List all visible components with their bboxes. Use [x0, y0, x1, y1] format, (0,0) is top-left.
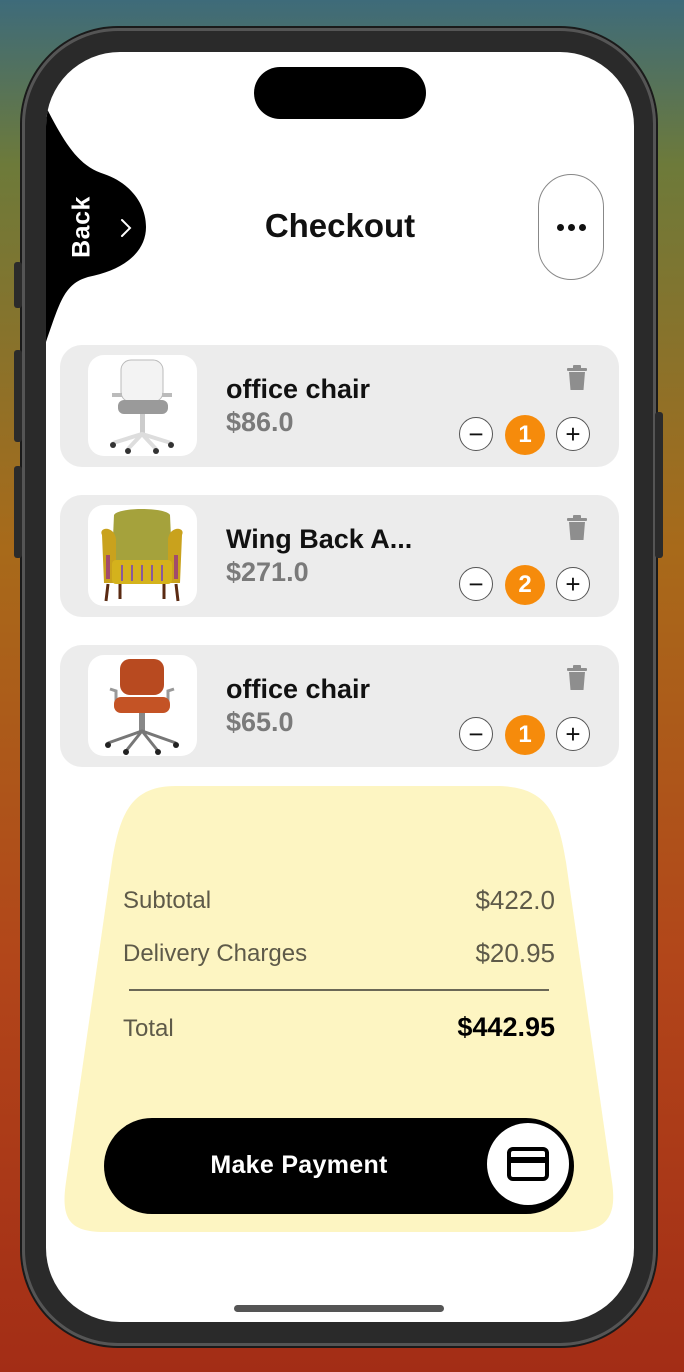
- increase-quantity-button[interactable]: +: [556, 567, 590, 601]
- total-label: Total: [123, 1015, 174, 1042]
- trash-icon[interactable]: [566, 515, 588, 546]
- home-indicator[interactable]: [234, 1305, 444, 1312]
- more-horizontal-icon: [556, 223, 586, 231]
- decrease-quantity-button[interactable]: −: [459, 417, 493, 451]
- trash-icon[interactable]: [566, 365, 588, 396]
- power-button: [655, 412, 663, 558]
- back-blob-shape: [46, 52, 146, 342]
- make-payment-label: Make Payment: [210, 1151, 388, 1179]
- subtotal-value: $422.0: [475, 885, 555, 915]
- volume-up-button: [14, 350, 22, 442]
- screen: Back Checkout office chair $86.0 − 1 + W…: [46, 52, 634, 1322]
- dynamic-island: [254, 67, 426, 119]
- item-name: office chair: [226, 374, 371, 404]
- decrease-quantity-button[interactable]: −: [459, 567, 493, 601]
- cart-item: office chair $65.0 − 1 +: [60, 645, 619, 767]
- cart-item: Wing Back A... $271.0 − 2 +: [60, 495, 619, 617]
- product-image: [88, 355, 197, 456]
- credit-card-icon: [507, 1147, 549, 1181]
- orange-office-chair-image: [105, 659, 179, 755]
- trash-icon[interactable]: [566, 665, 588, 696]
- volume-down-button: [14, 466, 22, 558]
- product-image: [88, 505, 197, 606]
- white-office-chair-image: [110, 359, 174, 454]
- increase-quantity-button[interactable]: +: [556, 717, 590, 751]
- item-name: Wing Back A...: [226, 524, 413, 554]
- item-price: $65.0: [226, 707, 294, 737]
- silent-switch: [14, 262, 22, 308]
- total-value: $442.95: [457, 1012, 555, 1042]
- subtotal-label: Subtotal: [123, 887, 212, 914]
- product-image: [88, 655, 197, 756]
- make-payment-button[interactable]: Make Payment: [104, 1118, 574, 1214]
- divider: [129, 989, 549, 991]
- delivery-charges-label: Delivery Charges: [123, 940, 308, 967]
- delivery-charges-value: $20.95: [475, 938, 555, 968]
- quantity-value: 2: [505, 565, 545, 605]
- quantity-value: 1: [505, 715, 545, 755]
- increase-quantity-button[interactable]: +: [556, 417, 590, 451]
- yellow-wing-back-armchair-image: [101, 509, 183, 602]
- item-price: $271.0: [226, 557, 309, 587]
- decrease-quantity-button[interactable]: −: [459, 717, 493, 751]
- quantity-value: 1: [505, 415, 545, 455]
- item-name: office chair: [226, 674, 371, 704]
- more-options-button[interactable]: [538, 174, 604, 280]
- item-price: $86.0: [226, 407, 294, 437]
- cart-item: office chair $86.0 − 1 +: [60, 345, 619, 467]
- payment-icon-circle: [487, 1123, 569, 1205]
